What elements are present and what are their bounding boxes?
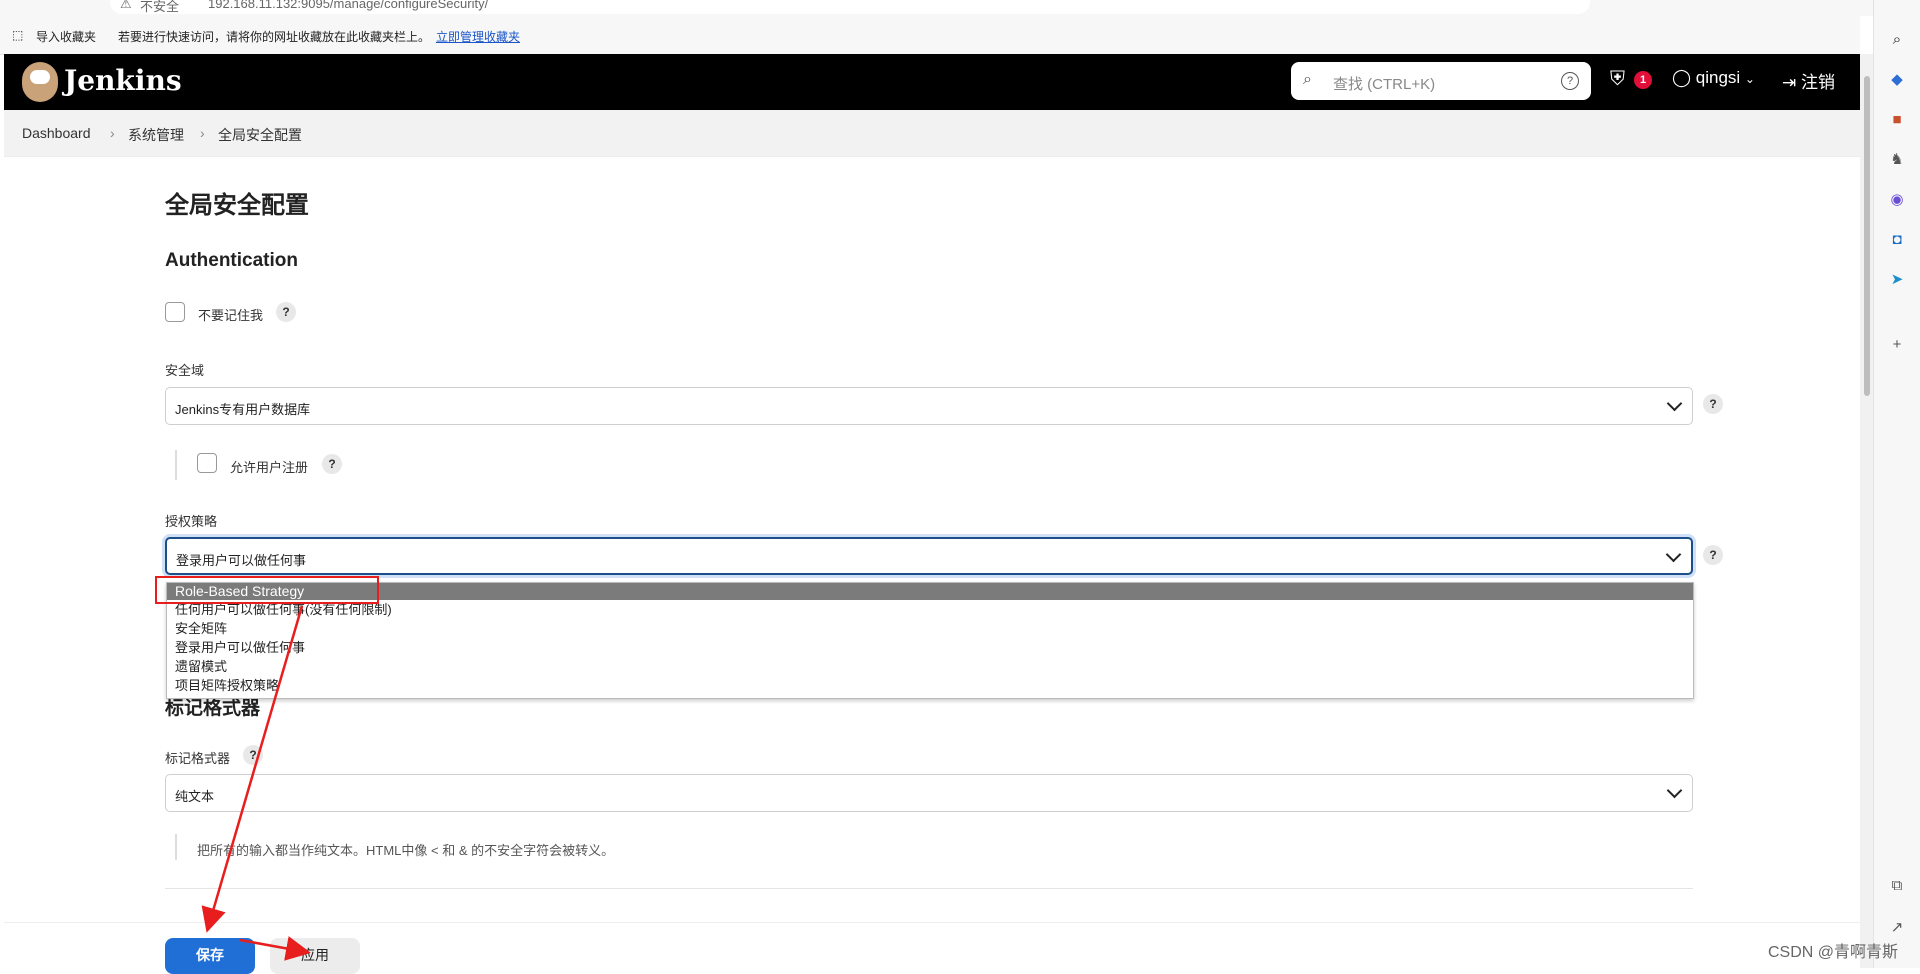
- annotation-arrows: [201, 605, 311, 961]
- annotation-arrow-to-apply: [239, 936, 311, 961]
- send-icon[interactable]: ➤: [1887, 270, 1907, 290]
- screenshot-icon[interactable]: ⧉: [1887, 876, 1907, 896]
- tag-icon[interactable]: ◆: [1887, 70, 1907, 90]
- chess-icon[interactable]: ♞: [1887, 150, 1907, 170]
- page-scrollbar[interactable]: [1860, 54, 1874, 968]
- annotation-arrow-to-save: [201, 605, 304, 933]
- scrollbar-thumb[interactable]: [1864, 76, 1870, 396]
- search-icon[interactable]: ⌕: [1887, 30, 1907, 50]
- copilot-icon[interactable]: ◉: [1887, 190, 1907, 210]
- watermark: CSDN @青啊青斯: [1768, 944, 1899, 961]
- toolbox-icon[interactable]: ■: [1887, 110, 1907, 130]
- add-icon[interactable]: +: [1887, 335, 1907, 355]
- external-link-icon[interactable]: ↗: [1887, 918, 1907, 938]
- outlook-icon[interactable]: ◘: [1887, 230, 1907, 250]
- browser-side-panel: ⌕ ◆ ■ ♞ ◉ ◘ ➤ + ⧉ ↗: [1873, 0, 1920, 968]
